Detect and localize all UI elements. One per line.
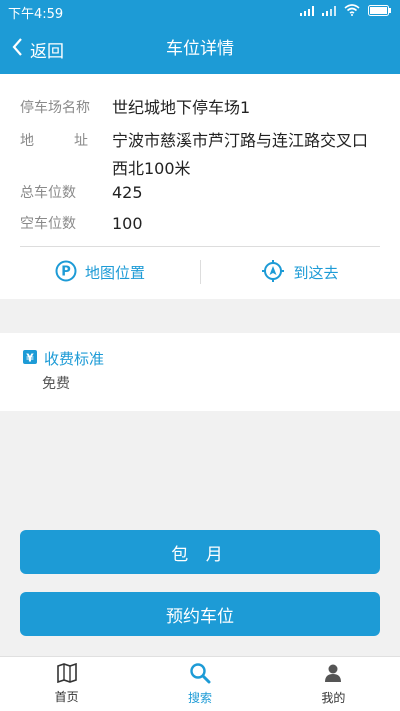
map-icon xyxy=(56,662,78,686)
fee-icon: ¥ xyxy=(22,349,38,369)
total-row: 总车位数 425 xyxy=(20,179,382,207)
address-label: 地 址 xyxy=(20,133,88,149)
name-label: 停车场名称 xyxy=(20,100,90,116)
free-row: 空车位数 100 xyxy=(20,210,382,238)
total-value: 425 xyxy=(112,183,143,202)
parking-icon: P xyxy=(55,260,77,286)
free-label: 空车位数 xyxy=(20,216,76,232)
user-icon xyxy=(322,662,344,687)
action-separator xyxy=(200,260,201,284)
address-value: 宁波市慈溪市芦汀路与连江路交叉口西北100米 xyxy=(112,131,369,178)
monthly-button[interactable]: 包 月 xyxy=(20,530,380,574)
address-row: 地 址 宁波市慈溪市芦汀路与连江路交叉口西北100米 xyxy=(20,127,382,183)
navigate-label: 到这去 xyxy=(293,264,339,282)
name-row: 停车场名称 世纪城地下停车场1 xyxy=(20,94,382,122)
status-bar: 下午4:59 xyxy=(0,0,400,24)
name-value: 世纪城地下停车场1 xyxy=(112,98,251,117)
divider xyxy=(20,246,380,247)
tab-mine-label: 我的 xyxy=(321,691,346,705)
battery-icon xyxy=(368,4,392,20)
svg-text:P: P xyxy=(61,264,71,279)
parking-info-card: 停车场名称 世纪城地下停车场1 地 址 宁波市慈溪市芦汀路与连江路交叉口西北10… xyxy=(0,74,400,299)
tab-search[interactable]: 搜索 xyxy=(133,657,266,711)
nav-bar: 返回 车位详情 xyxy=(0,24,400,74)
fee-card: ¥ 收费标准 免费 xyxy=(0,333,400,411)
fee-header: ¥ 收费标准 xyxy=(22,348,104,369)
reserve-button[interactable]: 预约车位 xyxy=(20,592,380,636)
fee-title: 收费标准 xyxy=(44,350,105,368)
map-location-label: 地图位置 xyxy=(84,264,145,282)
total-label: 总车位数 xyxy=(20,185,76,201)
search-icon xyxy=(189,662,211,687)
tab-home[interactable]: 首页 xyxy=(0,657,133,711)
page-title: 车位详情 xyxy=(166,39,234,59)
signal-icon xyxy=(300,5,314,20)
map-location-button[interactable]: P 地图位置 xyxy=(0,250,200,295)
navigate-button[interactable]: 到这去 xyxy=(200,250,400,295)
signal-icon-2 xyxy=(322,5,336,20)
fee-value: 免费 xyxy=(42,376,70,392)
tab-home-label: 首页 xyxy=(54,690,79,704)
status-icons xyxy=(300,4,392,20)
wifi-icon xyxy=(344,4,360,20)
tab-mine[interactable]: 我的 xyxy=(267,657,400,711)
free-value: 100 xyxy=(112,214,143,233)
navigation-icon xyxy=(261,259,285,287)
tab-search-label: 搜索 xyxy=(187,691,212,705)
svg-text:¥: ¥ xyxy=(26,351,34,364)
tab-bar: 首页 搜索 我的 xyxy=(0,656,400,711)
status-time: 下午4:59 xyxy=(8,6,64,22)
